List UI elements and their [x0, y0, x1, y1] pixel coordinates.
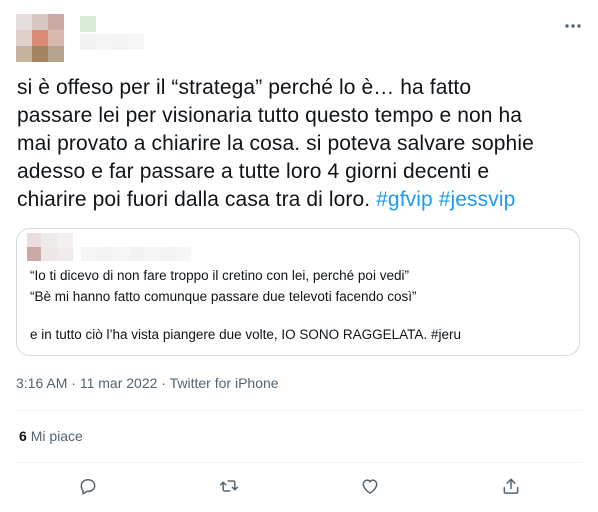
tweet-text-line: mai provato a chiarire la cosa. si potev… — [17, 132, 534, 155]
tweet-source[interactable]: Twitter for iPhone — [170, 375, 279, 391]
tweet-text-line: chiarire poi fuori dalla casa tra di lor… — [17, 186, 587, 214]
share-button[interactable] — [498, 475, 524, 501]
user-name[interactable] — [80, 16, 144, 64]
meta-separator: · — [71, 375, 76, 391]
tweet-text-line: si è offeso per il “stratega” perché lo … — [17, 76, 472, 99]
more-horizontal-icon — [564, 16, 582, 34]
retweet-button[interactable] — [216, 475, 242, 501]
likes-label: Mi piace — [30, 428, 83, 444]
tweet-text: si è offeso per il “stratega” perché lo … — [17, 74, 587, 214]
divider — [16, 410, 582, 411]
quoted-text-line: “Bè mi hanno fatto comunque passare due … — [30, 289, 417, 304]
tweet-text-line: passare lei per visionaria tutto questo … — [17, 104, 523, 127]
hashtag-gfvip[interactable]: #gfvip — [376, 188, 433, 211]
reply-button[interactable] — [75, 475, 101, 501]
quoted-avatar — [27, 233, 41, 261]
like-button[interactable] — [357, 475, 383, 501]
retweet-icon — [219, 476, 239, 501]
tweet-time[interactable]: 3:16 AM — [16, 375, 67, 391]
tweet-meta: 3:16 AM · 11 mar 2022 · Twitter for iPho… — [16, 375, 279, 391]
divider — [16, 462, 582, 463]
share-icon — [501, 476, 521, 501]
likes-count-link[interactable]: 6 Mi piace — [19, 428, 83, 444]
tweet-text-line-last: chiarire poi fuori dalla casa tra di lor… — [17, 188, 377, 211]
likes-count: 6 — [19, 428, 27, 444]
quoted-user-name — [41, 233, 191, 261]
quoted-tweet[interactable]: “Io ti dicevo di non fare troppo il cret… — [16, 228, 580, 356]
more-button[interactable] — [560, 14, 586, 36]
heart-icon — [360, 476, 380, 501]
quoted-text-line: e in tutto ciò l’ha vista piangere due v… — [30, 327, 461, 342]
quoted-text-line: “Io ti dicevo di non fare troppo il cret… — [30, 268, 409, 283]
meta-separator: · — [161, 375, 166, 391]
tweet-date[interactable]: 11 mar 2022 — [80, 375, 158, 391]
tweet-text-line: adesso e far passare a tutte loro 4 gior… — [17, 160, 490, 183]
avatar[interactable] — [16, 14, 64, 62]
reply-icon — [78, 476, 98, 501]
hashtag-jessvip[interactable]: #jessvip — [439, 188, 516, 211]
